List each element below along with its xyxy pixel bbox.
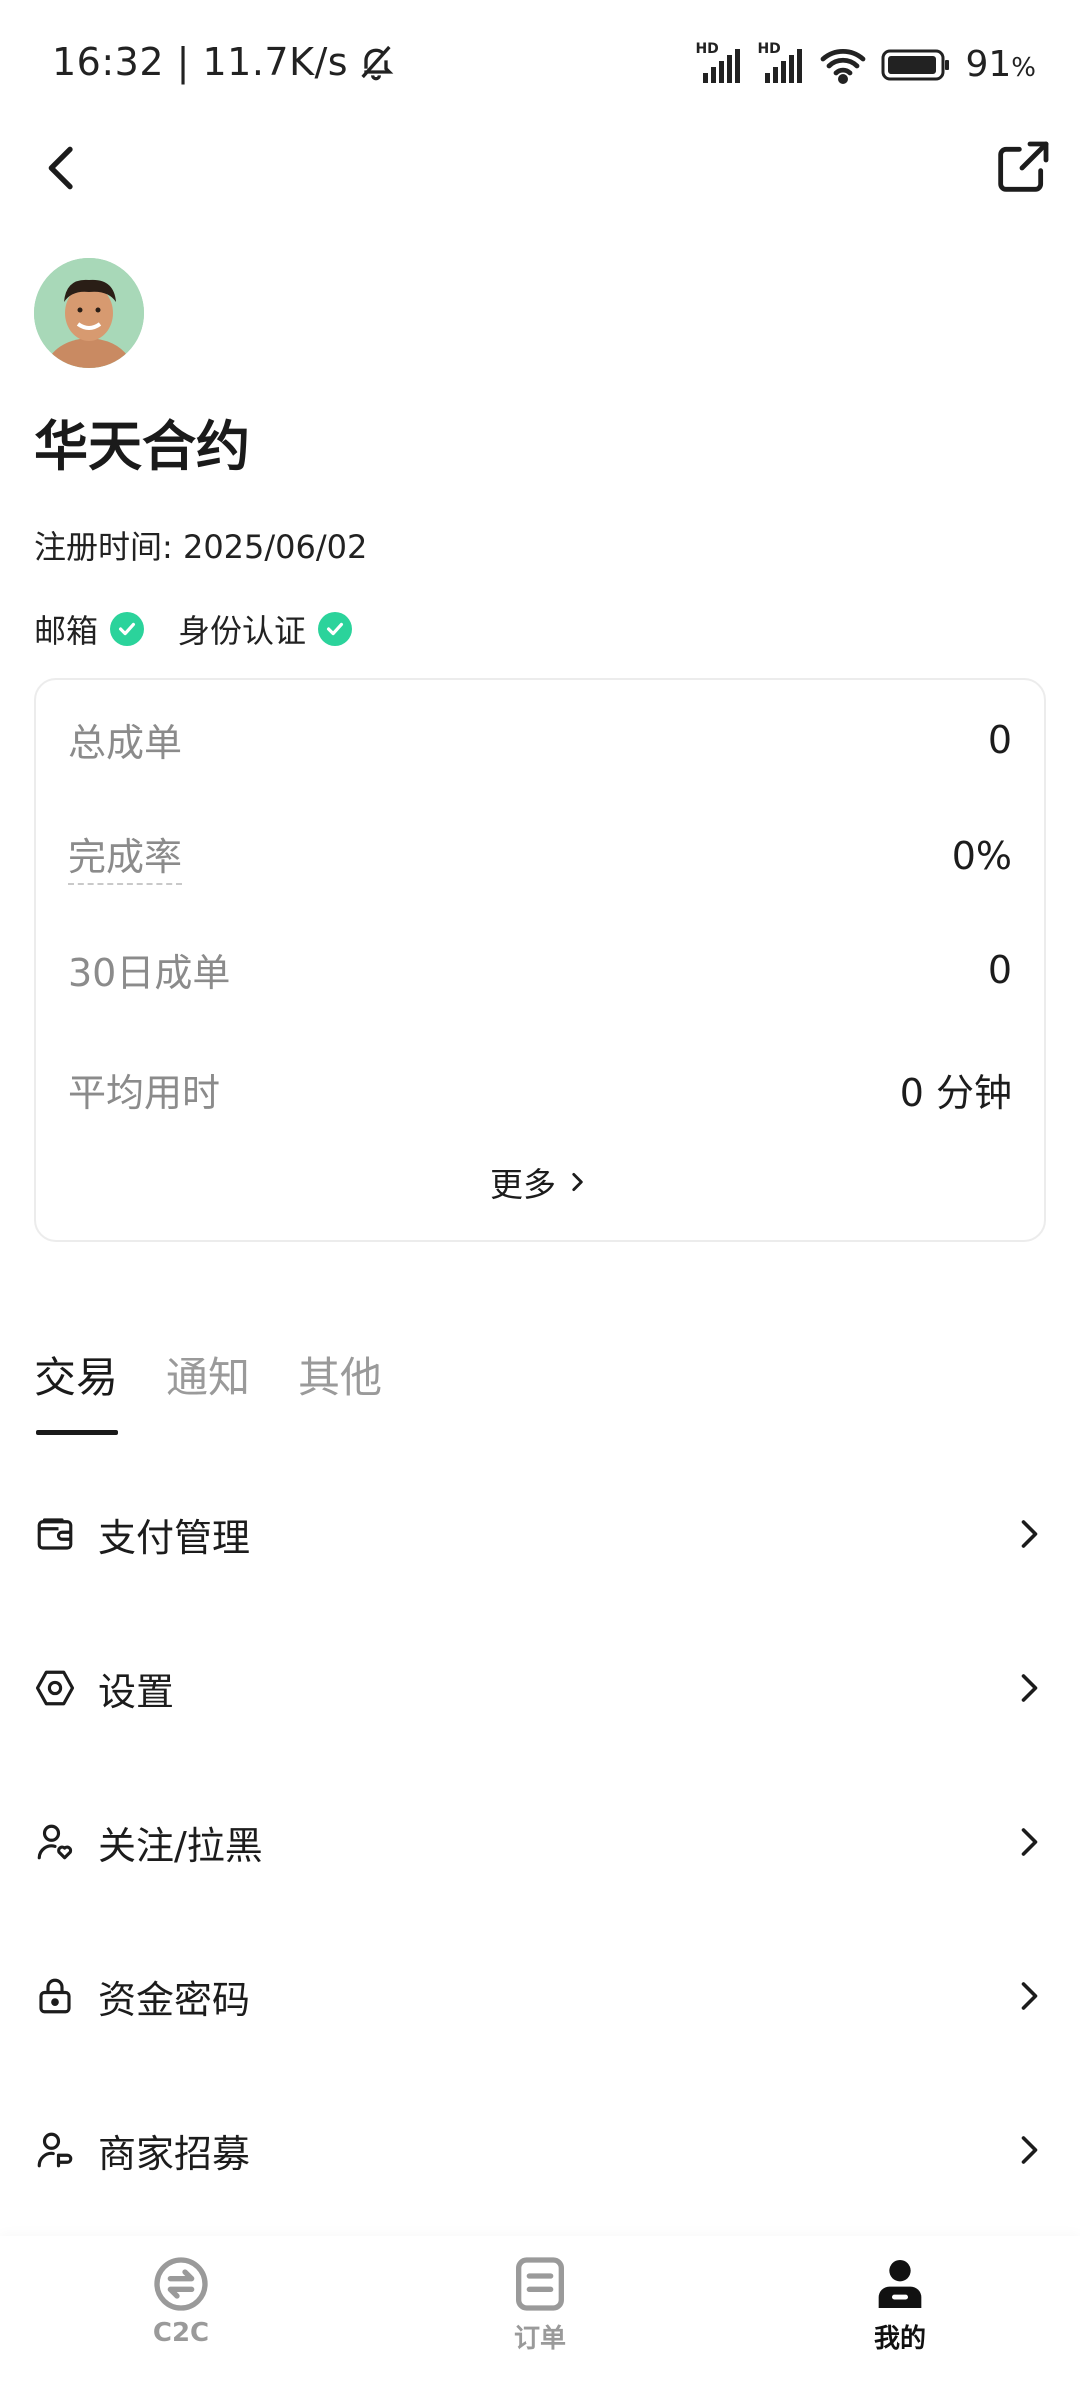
wallet-icon xyxy=(34,1513,76,1555)
share-button[interactable] xyxy=(990,136,1054,200)
check-circle-icon xyxy=(318,612,353,646)
chevron-right-icon xyxy=(1021,2136,1038,2164)
more-button[interactable]: 更多 xyxy=(36,1158,1044,1206)
tab-trade[interactable]: 交易 xyxy=(34,1344,119,1435)
tab-notifications[interactable]: 通知 xyxy=(166,1344,250,1435)
status-time-speed: 16:32 | 11.7K/s xyxy=(52,40,349,84)
avatar-image xyxy=(34,258,144,368)
stat-row-average-time: 平均用时 0 分钟 xyxy=(68,1071,1012,1115)
check-circle-icon xyxy=(110,612,145,646)
verification-identity: 身份认证 xyxy=(178,606,353,652)
chevron-right-icon xyxy=(1021,1982,1038,2010)
tab-bar: 交易 通知 其他 xyxy=(34,1344,382,1435)
battery-level: 91% xyxy=(965,44,1036,85)
settings-icon xyxy=(34,1667,76,1709)
chevron-right-icon xyxy=(1021,1828,1038,1856)
status-time: 16:32 | 11.7K/s xyxy=(52,40,396,84)
signal-icon: HD xyxy=(695,41,743,85)
verification-list: 邮箱 身份认证 xyxy=(34,606,386,652)
chevron-right-icon xyxy=(572,1173,583,1191)
chevron-right-icon xyxy=(1021,1520,1038,1548)
tab-other[interactable]: 其他 xyxy=(298,1344,382,1435)
nav-orders[interactable]: 订单 xyxy=(460,2252,620,2355)
mute-bell-icon xyxy=(361,45,394,81)
chevron-right-icon xyxy=(1021,1674,1038,1702)
menu-item-follow-block[interactable]: 关注/拉黑 xyxy=(34,1792,1046,1892)
order-icon xyxy=(516,2257,564,2311)
share-icon xyxy=(998,141,1049,192)
bottom-nav: C2C 订单 我的 xyxy=(0,2236,1080,2400)
signal-icon-2: HD xyxy=(757,41,805,85)
menu-item-settings[interactable]: 设置 xyxy=(34,1638,1046,1738)
registration-time: 注册时间: 2025/06/02 xyxy=(34,528,368,566)
wifi-icon xyxy=(821,48,866,84)
stat-row-30day-orders: 30日成单 0 xyxy=(68,947,1012,996)
status-bar: 16:32 | 11.7K/s HD HD 91% xyxy=(0,0,1080,130)
nav-me[interactable]: 我的 xyxy=(820,2252,980,2355)
menu-item-payment-management[interactable]: 支付管理 xyxy=(34,1484,1046,1584)
status-right: HD HD 91% xyxy=(695,41,1036,86)
verification-email: 邮箱 xyxy=(34,606,145,652)
user-heart-icon xyxy=(34,1821,76,1863)
nav-c2c[interactable]: C2C xyxy=(101,2252,261,2348)
lock-icon xyxy=(34,1975,76,2017)
menu-item-fund-password[interactable]: 资金密码 xyxy=(34,1946,1046,2046)
chevron-left-icon xyxy=(48,146,73,190)
stat-row-completion-rate: 完成率 0% xyxy=(68,826,1012,885)
c2c-icon xyxy=(154,2257,208,2311)
stat-row-total-orders: 总成单 0 xyxy=(68,717,1012,766)
battery-icon xyxy=(881,49,950,80)
menu-item-merchant-recruitment[interactable]: 商家招募 xyxy=(34,2100,1046,2200)
completion-rate-tooltip-label[interactable]: 完成率 xyxy=(68,826,183,885)
merchant-icon xyxy=(34,2129,76,2171)
stats-card: 总成单 0 完成率 0% 30日成单 0 平均用时 0 分钟 更多 xyxy=(34,678,1046,1242)
avatar xyxy=(34,258,144,368)
back-button[interactable] xyxy=(30,136,94,200)
profile-icon xyxy=(878,2260,922,2308)
profile-name: 华天合约 xyxy=(34,415,250,478)
